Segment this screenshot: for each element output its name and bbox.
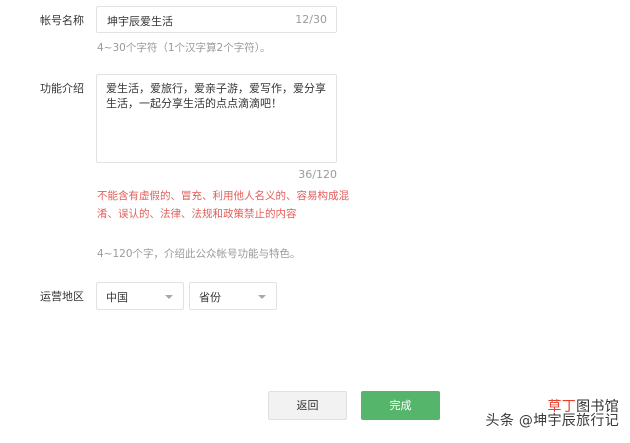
chevron-down-icon [165, 295, 173, 299]
country-select[interactable]: 中国 [96, 282, 184, 310]
back-button[interactable]: 返回 [268, 391, 347, 420]
account-name-hint: 4~30个字符（1个汉字算2个字符）。 [97, 42, 271, 54]
introduction-counter: 36/120 [298, 168, 337, 181]
introduction-label: 功能介绍 [40, 82, 84, 95]
province-select-value: 省份 [199, 291, 221, 304]
introduction-warning: 不能含有虚假的、冒充、利用他人名义的、容易构成混淆、误认的、法律、法规和政策禁止… [97, 190, 349, 220]
country-select-value: 中国 [106, 291, 128, 304]
watermark-brand-part1: 草丁 [547, 399, 577, 415]
watermark-brand: 草丁图书馆 [547, 396, 619, 416]
province-select[interactable]: 省份 [189, 282, 277, 310]
introduction-hint: 4~120个字，介绍此公众帐号功能与特色。 [97, 248, 301, 260]
account-name-value[interactable]: 坤宇辰爱生活 [107, 13, 173, 29]
watermark-brand-part2: 图书馆 [576, 399, 619, 415]
watermark: 草丁图书馆 头条 @坤宇辰旅行记 [486, 399, 619, 430]
account-name-counter: 12/30 [295, 13, 327, 26]
account-name-label: 帐号名称 [40, 14, 84, 27]
introduction-textarea[interactable]: 爱生活，爱旅行，爱亲子游，爱写作，爱分享生活，一起分享生活的点点滴滴吧！ [96, 74, 337, 163]
chevron-down-icon [258, 295, 266, 299]
done-button[interactable]: 完成 [361, 391, 440, 420]
introduction-value[interactable]: 爱生活，爱旅行，爱亲子游，爱写作，爱分享生活，一起分享生活的点点滴滴吧！ [106, 81, 330, 111]
account-name-input[interactable]: 坤宇辰爱生活 12/30 [96, 6, 337, 33]
region-label: 运营地区 [40, 290, 84, 303]
